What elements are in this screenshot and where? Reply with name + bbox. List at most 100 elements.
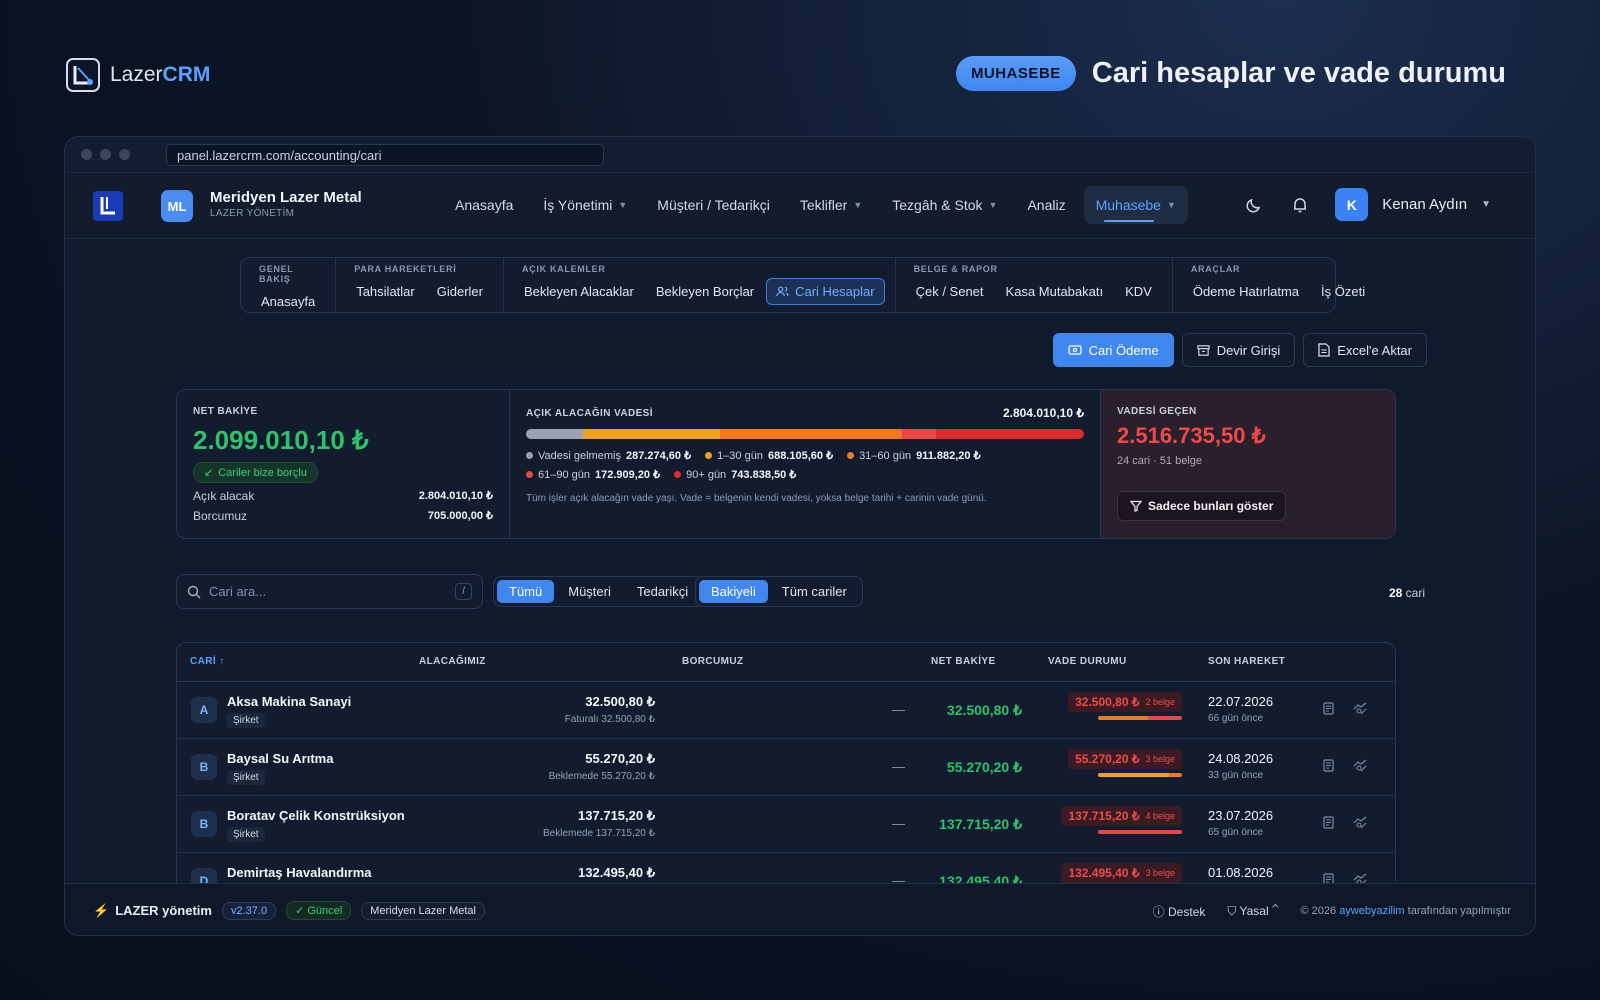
header-vade[interactable]: VADE DURUMU — [1048, 656, 1127, 667]
app-logo-icon[interactable] — [93, 191, 123, 221]
subnav-item-cek-senet[interactable]: Çek / Senet — [906, 278, 994, 305]
menu-item-analiz[interactable]: Analiz — [1015, 186, 1077, 224]
cash-icon — [1067, 345, 1082, 355]
due-bar-segment — [1098, 716, 1149, 720]
filter-musteri[interactable]: Müşteri — [556, 580, 623, 603]
header-cari[interactable]: CARİ ↑ — [190, 656, 225, 667]
subnav-item-bekleyen-alacaklar[interactable]: Bekleyen Alacaklar — [514, 278, 644, 305]
subnav-item-kasa-mutabakati[interactable]: Kasa Mutabakatı — [996, 278, 1114, 305]
cari-avatar: B — [191, 811, 217, 837]
header-net[interactable]: NET BAKİYE — [931, 656, 996, 667]
overdue-chip[interactable]: 132.495,40 ₺ 3 belge — [1061, 863, 1182, 883]
cari-table: CARİ ↑ ALACAĞIMIZ BORCUMUZ NET BAKİYE VA… — [176, 642, 1396, 892]
author-link[interactable]: aywebyazilim — [1339, 905, 1404, 917]
table-row[interactable]: A Aksa Makina Sanayi Şirket 32.500,80 ₺ Fatu… — [177, 682, 1395, 739]
address-bar[interactable]: panel.lazercrm.com/accounting/cari — [166, 143, 604, 166]
subnav-item-tahsilatlar[interactable]: Tahsilatlar — [346, 278, 425, 305]
last-activity-cell: 01.08.2026 — [1208, 865, 1273, 884]
cari-type-badge: Şirket — [227, 713, 265, 728]
overdue-amount: 55.270,20 ₺ — [1075, 752, 1140, 766]
statement-icon[interactable] — [1322, 702, 1335, 720]
support-link[interactable]: ⓘ Destek — [1153, 903, 1206, 920]
payment-icon[interactable] — [1353, 816, 1367, 834]
table-row[interactable]: B Boratav Çelik Konstrüksiyon Şirket 137.71… — [177, 796, 1395, 853]
aging-bar-segment — [935, 429, 1084, 439]
menu-item-teklifler[interactable]: Teklifler ▼ — [788, 186, 874, 224]
cari-name[interactable]: Demirtaş Havalandırma — [227, 865, 372, 880]
window-maximize-dot[interactable] — [119, 149, 130, 160]
aging-bar — [526, 429, 1084, 439]
menu-item-is-yonetimi[interactable]: İş Yönetimi ▼ — [531, 186, 639, 224]
cari-type-badge: Şirket — [227, 827, 265, 842]
cari-name[interactable]: Baysal Su Arıtma — [227, 751, 333, 766]
footer-right: ⓘ Destek ⛉ Yasal ⌃ © 2026 aywebyazilim t… — [1153, 884, 1511, 935]
section-badge: MUHASEBE — [955, 56, 1076, 91]
subnav-item-kdv[interactable]: KDV — [1115, 278, 1162, 305]
header-alacak[interactable]: ALACAĞIMIZ — [419, 656, 486, 667]
last-activity-date: 01.08.2026 — [1208, 865, 1274, 880]
last-activity-date: 22.07.2026 — [1208, 694, 1274, 709]
user-avatar: K — [1335, 188, 1369, 221]
net-balance-cell: 32.500,80 ₺ — [946, 702, 1022, 718]
legend-dot-icon — [526, 452, 533, 459]
chevron-down-icon: ▼ — [988, 200, 998, 210]
menu-item-anasayfa[interactable]: Anasayfa — [443, 186, 525, 224]
payment-icon[interactable] — [1353, 759, 1367, 777]
filter-tumu[interactable]: Tümü — [497, 580, 555, 603]
legal-menu[interactable]: ⛉ Yasal ⌃ — [1227, 904, 1278, 919]
filter-bakiyeli[interactable]: Bakiyeli — [699, 580, 768, 603]
users-icon — [776, 286, 789, 297]
window-minimize-dot[interactable] — [100, 149, 111, 160]
bell-icon[interactable] — [1289, 194, 1311, 216]
search-input[interactable] — [209, 584, 448, 599]
overdue-chip[interactable]: 32.500,80 ₺ 2 belge — [1068, 692, 1182, 712]
window-close-dot[interactable] — [81, 149, 92, 160]
subnav-item-anasayfa[interactable]: Anasayfa — [251, 288, 325, 315]
receivable-cell: 137.715,20 ₺ Beklemede 137.715,20 ₺ — [543, 808, 655, 839]
menu-item-muhasebe[interactable]: Muhasebe ▼ — [1083, 186, 1188, 224]
show-overdue-only-button[interactable]: Sadece bunları göster — [1117, 491, 1287, 521]
aging-legend: Vadesi gelmemiş 287.274,60 ₺ 1–30 gün 688.1… — [526, 449, 1006, 481]
subnav-item-odeme-hatirlatma[interactable]: Ödeme Hatırlatma — [1183, 278, 1309, 305]
statement-icon[interactable] — [1322, 816, 1335, 834]
devir-girisi-button[interactable]: Devir Girişi — [1181, 333, 1296, 367]
statement-icon[interactable] — [1322, 759, 1335, 777]
subnav-group-para: PARA HAREKETLERİ Tahsilatlar Giderler — [336, 258, 504, 312]
receivable-cell: 32.500,80 ₺ Faturalı 32.500,80 ₺ — [565, 694, 655, 725]
subnav-group-belge: BELGE & RAPOR Çek / Senet Kasa Mutabakat… — [896, 258, 1173, 312]
legend-dot-icon — [674, 471, 682, 478]
filter-tedarikci[interactable]: Tedarikçi — [625, 580, 700, 603]
subnav-item-giderler[interactable]: Giderler — [427, 278, 493, 305]
cari-odeme-button[interactable]: Cari Ödeme — [1052, 333, 1174, 367]
org-subtitle: LAZER YÖNETİM — [210, 208, 295, 219]
overdue-chip[interactable]: 55.270,20 ₺ 3 belge — [1068, 749, 1182, 769]
cari-search[interactable]: / — [176, 574, 483, 609]
table-body: A Aksa Makina Sanayi Şirket 32.500,80 ₺ Fatu… — [177, 682, 1395, 891]
last-activity-cell: 22.07.2026 66 gün önce — [1208, 694, 1273, 724]
payable-cell: — — [892, 816, 905, 831]
subnav-item-cari-hesaplar[interactable]: Cari Hesaplar — [766, 278, 885, 305]
net-balance-cell: 55.270,20 ₺ — [946, 759, 1022, 775]
header-son[interactable]: SON HAREKET — [1208, 656, 1285, 667]
cari-name[interactable]: Boratav Çelik Konstrüksiyon — [227, 808, 405, 823]
user-menu[interactable]: K Kenan Aydın ▼ — [1335, 188, 1491, 221]
org-info[interactable]: Meridyen Lazer Metal LAZER YÖNETİM — [210, 189, 362, 219]
open-receivable-row: Açık alacak 2.804.010,10 ₺ — [193, 489, 493, 503]
cari-name[interactable]: Aksa Makina Sanayi — [227, 694, 351, 709]
filter-tum-cariler[interactable]: Tüm cariler — [770, 580, 859, 603]
moon-icon[interactable] — [1243, 194, 1265, 216]
subnav-item-is-ozeti[interactable]: İş Özeti — [1311, 278, 1375, 305]
excel-export-button[interactable]: Excel'e Aktar — [1303, 333, 1427, 367]
overdue-chip[interactable]: 137.715,20 ₺ 4 belge — [1061, 806, 1182, 826]
menu-item-musteri-tedarikci[interactable]: Müşteri / Tedarikçi — [645, 186, 782, 224]
org-avatar[interactable]: ML — [161, 190, 193, 222]
subnav-item-bekleyen-borclar[interactable]: Bekleyen Borçlar — [646, 278, 764, 305]
header-borc[interactable]: BORCUMUZ — [682, 656, 744, 667]
net-balance-value: 2.099.010,10 ₺ — [193, 425, 369, 455]
payment-icon[interactable] — [1353, 702, 1367, 720]
menu-item-tezgah-stok[interactable]: Tezgâh & Stok ▼ — [880, 186, 1009, 224]
receivable-cell: 55.270,20 ₺ Beklemede 55.270,20 ₺ — [549, 751, 655, 782]
copyright: © 2026 aywebyazilim tarafından yapılmışt… — [1300, 905, 1511, 917]
table-row[interactable]: B Baysal Su Arıtma Şirket 55.270,20 ₺ Beklem… — [177, 739, 1395, 796]
subnav-group-acik: AÇIK KALEMLER Bekleyen Alacaklar Bekleye… — [504, 258, 896, 312]
